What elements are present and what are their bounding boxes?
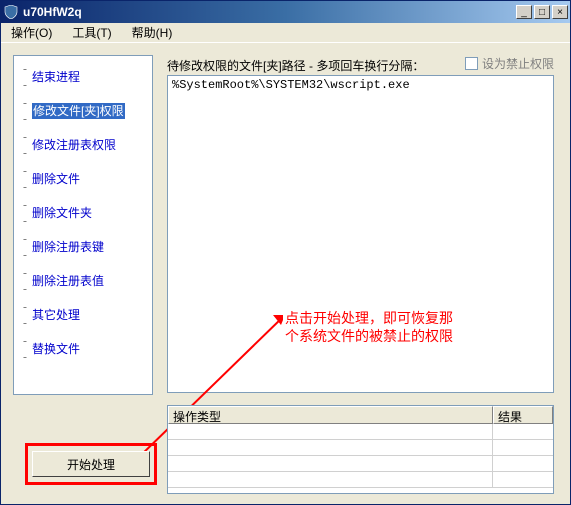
titlebar[interactable]: u70HfW2q _ □ × (1, 1, 570, 23)
minimize-button[interactable]: _ (516, 5, 532, 19)
result-table: 操作类型 结果 (167, 405, 554, 494)
window-controls: _ □ × (516, 5, 568, 19)
table-body (168, 424, 553, 493)
disable-perm-checkbox-wrap[interactable]: 设为禁止权限 (465, 55, 554, 72)
tree-item-delete-reg-value[interactable]: --删除注册表值 (16, 264, 150, 298)
annotation-text: 点击开始处理，即可恢复那个系统文件的被禁止的权限 (285, 311, 461, 347)
table-row (168, 440, 553, 456)
menu-operate[interactable]: 操作(O) (5, 23, 58, 42)
table-header: 操作类型 结果 (168, 406, 553, 424)
menu-tools[interactable]: 工具(T) (66, 23, 117, 42)
tree-item-delete-folder[interactable]: --删除文件夹 (16, 196, 150, 230)
app-window: u70HfW2q _ □ × 操作(O) 工具(T) 帮助(H) --结束进程 … (0, 0, 571, 505)
annotation-box: 点击开始处理，即可恢复那个系统文件的被禁止的权限 (283, 309, 463, 349)
path-label: 待修改权限的文件[夹]路径 - 多项回车换行分隔： (167, 57, 424, 74)
col-result[interactable]: 结果 (493, 406, 553, 424)
tree-item-delete-reg-key[interactable]: --删除注册表键 (16, 230, 150, 264)
tree-item-replace-file[interactable]: --替换文件 (16, 332, 150, 366)
menubar: 操作(O) 工具(T) 帮助(H) (1, 23, 570, 43)
disable-perm-label: 设为禁止权限 (482, 55, 554, 72)
start-button[interactable]: 开始处理 (32, 451, 150, 477)
tree-item-end-process[interactable]: --结束进程 (16, 60, 150, 94)
disable-perm-checkbox[interactable] (465, 57, 478, 70)
tree-item-modify-reg-perm[interactable]: --修改注册表权限 (16, 128, 150, 162)
table-row (168, 424, 553, 440)
table-row (168, 456, 553, 472)
content-area: --结束进程 --修改文件[夹]权限 --修改注册表权限 --删除文件 --删除… (5, 45, 566, 500)
tree-item-other[interactable]: --其它处理 (16, 298, 150, 332)
table-row (168, 472, 553, 488)
shield-icon (3, 4, 19, 20)
menu-help[interactable]: 帮助(H) (126, 23, 179, 42)
start-button-highlight: 开始处理 (25, 443, 157, 485)
tree-item-delete-file[interactable]: --删除文件 (16, 162, 150, 196)
col-operation-type[interactable]: 操作类型 (168, 406, 493, 424)
textarea-content: %SystemRoot%\SYSTEM32\wscript.exe (172, 78, 410, 92)
tree-panel: --结束进程 --修改文件[夹]权限 --修改注册表权限 --删除文件 --删除… (13, 55, 153, 395)
window-title: u70HfW2q (23, 5, 516, 19)
close-button[interactable]: × (552, 5, 568, 19)
maximize-button[interactable]: □ (534, 5, 550, 19)
tree-item-modify-file-perm[interactable]: --修改文件[夹]权限 (16, 94, 150, 128)
